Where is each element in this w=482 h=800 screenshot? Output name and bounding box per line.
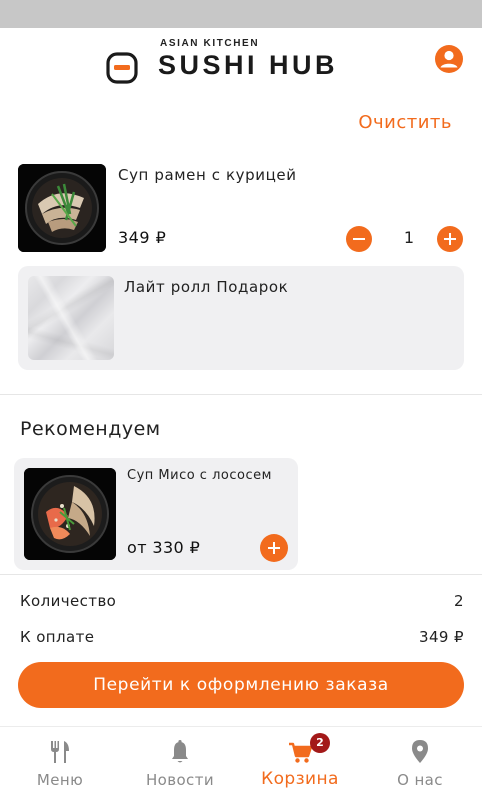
item-photo [18,164,106,252]
item-name: Суп рамен с курицей [118,166,297,184]
location-pin-icon [412,740,428,763]
divider [0,574,482,575]
logo: ASIAN KITCHEN SUSHI HUB [106,36,381,88]
recommend-price: от 330 ₽ [127,538,201,557]
cart-item: Суп рамен с курицей 349 ₽ 1 [18,164,464,254]
tab-label: Меню [36,771,84,789]
fork-knife-icon [51,741,69,763]
recommend-card[interactable]: Суп Мисо с лососем от 330 ₽ [14,458,298,570]
clear-cart-button[interactable]: Очистить [358,112,452,133]
tab-news[interactable]: Новости [120,727,240,800]
bell-icon [172,740,188,763]
tab-bar: Меню Новости 2 Корзина О нас [0,726,482,800]
header: ASIAN KITCHEN SUSHI HUB [0,28,482,100]
tab-about[interactable]: О нас [360,727,480,800]
logo-tagline: ASIAN KITCHEN [160,38,260,49]
gift-photo [28,276,114,360]
cart-count-badge: 2 [310,733,330,753]
gift-name: Лайт ролл Подарок [124,278,289,296]
tab-cart[interactable]: 2 Корзина [240,727,360,800]
recommend-title: Рекомендуем [20,418,161,440]
status-bar [0,0,482,28]
pay-label: К оплате [20,628,95,646]
tab-label: Корзина [261,769,339,789]
recommend-name: Суп Мисо с лососем [127,468,272,483]
recommend-photo [24,468,116,560]
divider [0,394,482,395]
add-to-cart-button[interactable] [260,534,288,562]
decrease-quantity-button[interactable] [346,226,372,252]
item-price: 349 ₽ [118,228,167,247]
tab-label: О нас [397,771,443,789]
logo-mark-icon [106,52,138,84]
checkout-button[interactable]: Перейти к оформлению заказа [18,662,464,708]
tab-menu[interactable]: Меню [0,727,120,800]
pay-total: 349 ₽ [419,628,464,646]
logo-wordmark: SUSHI HUB [158,50,339,80]
summary-quantity-row: Количество 2 [20,592,464,610]
summary-pay-row: К оплате 349 ₽ [20,628,464,646]
quantity-value: 1 [403,228,415,247]
tab-label: Новости [145,771,214,789]
quantity-label: Количество [20,592,117,610]
increase-quantity-button[interactable] [437,226,463,252]
profile-icon[interactable] [434,44,464,74]
quantity-total: 2 [454,592,464,610]
gift-item: Лайт ролл Подарок [18,266,464,370]
